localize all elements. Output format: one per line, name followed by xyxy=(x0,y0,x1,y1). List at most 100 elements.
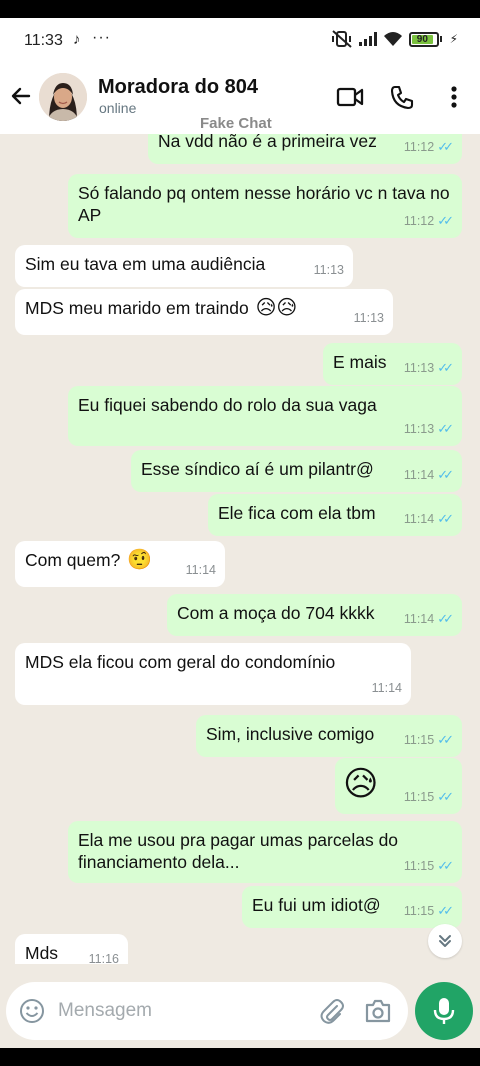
message-text: Na vdd não é a primeira vez xyxy=(158,134,377,151)
message-bubble-in[interactable]: Com quem? 🤨 11:14 xyxy=(15,541,225,587)
attach-icon[interactable] xyxy=(318,997,346,1025)
whatsapp-chat-screen: 11:33 ♪ ··· 90 ⚡ Moradora do 804 online … xyxy=(0,18,480,1048)
fake-chat-watermark: Fake Chat xyxy=(200,115,272,132)
message-meta: 11:16 xyxy=(89,948,119,964)
message-meta: 11:13 xyxy=(354,307,384,329)
video-call-icon[interactable] xyxy=(335,82,365,112)
message-bubble-out[interactable]: Ela me usou pra pagar umas parcelas do f… xyxy=(68,821,462,883)
sad-emoji: 😥😥 xyxy=(255,297,298,319)
message-meta: 11:14 ✓✓ xyxy=(404,508,454,530)
message-bubble-out[interactable]: Na vdd não é a primeira vez 11:12 ✓✓ xyxy=(148,134,462,164)
status-bar: 11:33 ♪ ··· 90 ⚡ xyxy=(0,18,480,64)
message-bubble-out[interactable]: 😥 11:15 ✓✓ xyxy=(335,758,462,814)
more-vert-icon[interactable] xyxy=(439,82,469,112)
message-text: Sim eu tava em uma audiência xyxy=(25,254,266,274)
status-icons: 90 ⚡ xyxy=(331,30,458,48)
back-arrow-icon[interactable] xyxy=(8,83,34,109)
mute-vibrate-icon xyxy=(331,30,352,48)
double-chevron-down-icon xyxy=(439,935,451,947)
read-ticks-icon: ✓✓ xyxy=(437,421,454,436)
message-meta: 11:14 ✓✓ xyxy=(403,608,454,630)
camera-icon[interactable] xyxy=(364,998,392,1024)
message-time: 11:14 xyxy=(403,612,435,626)
message-text: Eu fiquei sabendo do rolo da sua vaga xyxy=(78,395,377,415)
message-text: MDS ela ficou com geral do condomínio xyxy=(25,652,336,672)
read-ticks-icon: ✓✓ xyxy=(437,611,454,626)
read-ticks-icon: ✓✓ xyxy=(437,213,454,228)
message-time: 11:13 xyxy=(313,263,344,277)
message-time: 11:14 xyxy=(371,681,402,695)
read-ticks-icon: ✓✓ xyxy=(437,511,454,526)
message-meta: 11:14 xyxy=(372,677,402,699)
message-meta: 11:15 ✓✓ xyxy=(403,729,454,751)
message-bubble-out[interactable]: Sim, inclusive comigo 11:15 ✓✓ xyxy=(196,715,462,757)
message-time: 11:13 xyxy=(353,311,384,325)
read-ticks-icon: ✓✓ xyxy=(437,789,454,804)
message-text: Esse síndico aí é um pilantr@ xyxy=(141,459,374,479)
message-meta: 11:13 ✓✓ xyxy=(403,357,454,379)
read-ticks-icon: ✓✓ xyxy=(437,360,454,375)
contact-avatar[interactable] xyxy=(39,73,87,121)
message-time: 11:15 xyxy=(403,859,435,873)
message-time: 11:13 xyxy=(403,422,435,436)
message-list[interactable]: Na vdd não é a primeira vez 11:12 ✓✓ Só f… xyxy=(0,134,480,964)
message-bubble-out[interactable]: Esse síndico aí é um pilantr@ 11:14 ✓✓ xyxy=(131,450,462,492)
sad-emoji: 😥 xyxy=(343,765,379,803)
screen-bottom-border xyxy=(0,1048,480,1066)
message-text: Sim, inclusive comigo xyxy=(206,724,375,744)
message-time: 11:14 xyxy=(185,563,216,577)
message-time: 11:15 xyxy=(403,790,435,804)
message-bubble-in[interactable]: MDS ela ficou com geral do condomínio 11… xyxy=(15,643,411,705)
message-bubble-out[interactable]: Ele fica com ela tbm 11:14 ✓✓ xyxy=(208,494,462,536)
battery-level: 90 xyxy=(411,34,434,44)
message-meta: 11:15 ✓✓ xyxy=(403,855,454,877)
message-bubble-out[interactable]: Eu fiquei sabendo do rolo da sua vaga 11… xyxy=(68,386,462,446)
message-text: Ela me usou pra pagar umas parcelas do f… xyxy=(78,830,399,872)
phone-icon[interactable] xyxy=(387,82,417,112)
message-text: Só falando pq ontem nesse horário vc n t… xyxy=(78,183,450,225)
read-ticks-icon: ✓✓ xyxy=(437,139,454,154)
message-time: 11:15 xyxy=(403,904,435,918)
message-bubble-out[interactable]: Só falando pq ontem nesse horário vc n t… xyxy=(68,174,462,238)
message-meta: 11:12 ✓✓ xyxy=(403,136,454,158)
screen-top-border xyxy=(0,0,480,18)
message-text: MDS meu marido em traindo xyxy=(25,298,249,318)
message-bubble-in[interactable]: Sim eu tava em uma audiência 11:13 xyxy=(15,245,353,287)
emoji-icon[interactable] xyxy=(19,998,45,1024)
message-text: E mais xyxy=(333,352,387,372)
message-meta: 11:15 ✓✓ xyxy=(403,786,454,808)
signal-icon xyxy=(358,32,377,46)
message-bubble-out[interactable]: Eu fui um idiot@ 11:15 ✓✓ xyxy=(242,886,462,928)
read-ticks-icon: ✓✓ xyxy=(437,467,454,482)
scroll-to-bottom-button[interactable] xyxy=(428,924,462,958)
message-time: 11:13 xyxy=(403,361,435,375)
charging-icon: ⚡ xyxy=(449,32,458,46)
message-input[interactable]: Mensagem xyxy=(58,1000,152,1022)
read-ticks-icon: ✓✓ xyxy=(437,858,454,873)
tiktok-icon: ♪ xyxy=(73,31,81,48)
contact-name[interactable]: Moradora do 804 xyxy=(98,76,258,99)
message-time: 11:12 xyxy=(403,140,435,154)
message-meta: 11:15 ✓✓ xyxy=(403,900,454,922)
raised-eyebrow-emoji: 🤨 xyxy=(127,549,153,571)
message-bubble-in[interactable]: Mds 11:16 xyxy=(15,934,128,964)
message-bubble-out[interactable]: E mais 11:13 ✓✓ xyxy=(323,343,462,385)
contact-status: online xyxy=(99,100,137,116)
read-ticks-icon: ✓✓ xyxy=(437,903,454,918)
status-time: 11:33 xyxy=(24,32,63,49)
wifi-icon xyxy=(383,32,402,46)
message-bubble-in[interactable]: MDS meu marido em traindo 😥😥 11:13 xyxy=(15,289,393,335)
mic-button[interactable] xyxy=(415,982,473,1040)
message-time: 11:15 xyxy=(403,733,435,747)
message-meta: 11:14 ✓✓ xyxy=(403,464,454,486)
message-text: Com quem? xyxy=(25,550,121,570)
battery-icon: 90 xyxy=(408,31,442,47)
message-time: 11:14 xyxy=(403,468,435,482)
chat-header: Moradora do 804 online Fake Chat xyxy=(0,64,480,134)
message-composer[interactable]: Mensagem xyxy=(6,982,408,1040)
message-meta: 11:12 ✓✓ xyxy=(404,210,454,232)
message-time: 11:16 xyxy=(88,952,119,964)
message-text: Eu fui um idiot@ xyxy=(252,895,381,915)
message-meta: 11:13 ✓✓ xyxy=(403,418,454,440)
message-bubble-out[interactable]: Com a moça do 704 kkkk 11:14 ✓✓ xyxy=(167,594,462,636)
